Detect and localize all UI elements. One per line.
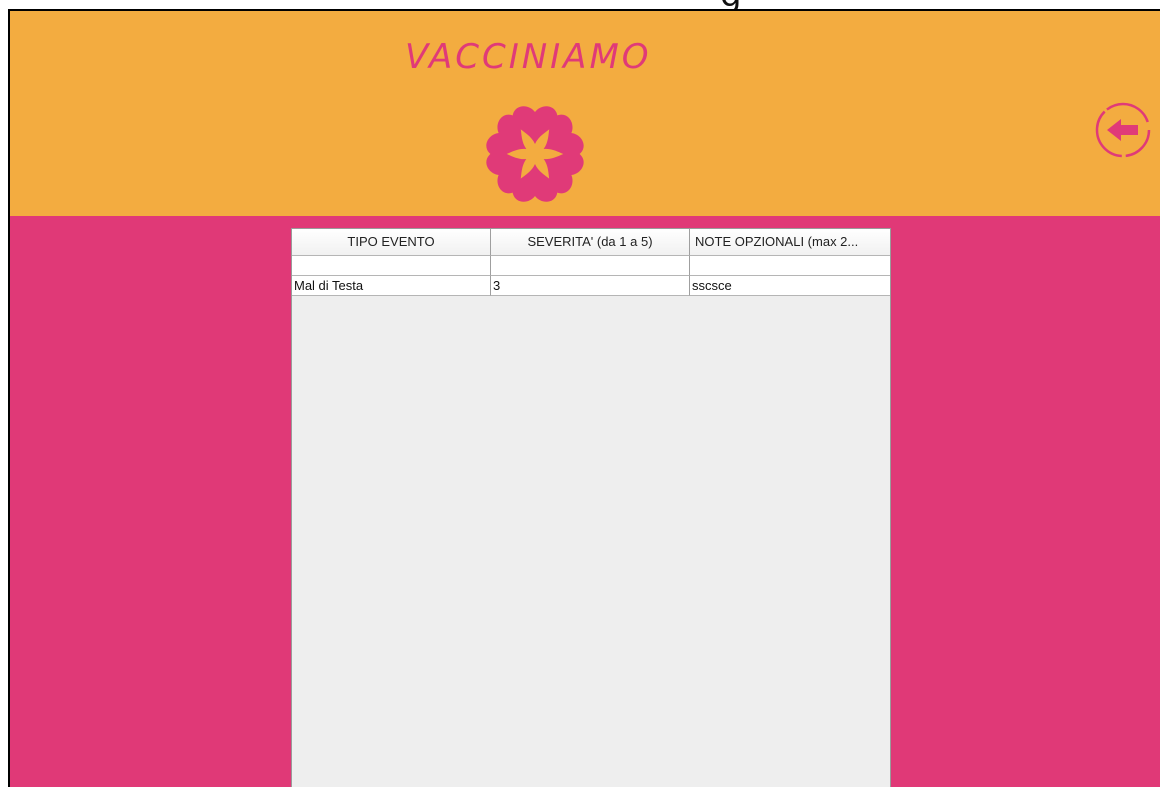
table-cell[interactable]	[690, 256, 890, 276]
flower-icon	[486, 106, 584, 202]
back-button[interactable]	[1094, 101, 1152, 159]
column-header-tipo-evento[interactable]: TIPO EVENTO	[292, 229, 491, 256]
table-row[interactable]: Mal di Testa 3 sscsce	[292, 276, 890, 296]
table-header: TIPO EVENTO SEVERITA' (da 1 a 5) NOTE OP…	[292, 229, 890, 256]
table-cell[interactable]: 3	[491, 276, 690, 296]
events-table: TIPO EVENTO SEVERITA' (da 1 a 5) NOTE OP…	[291, 228, 891, 787]
table-cell[interactable]	[292, 256, 491, 276]
content-area: TIPO EVENTO SEVERITA' (da 1 a 5) NOTE OP…	[10, 216, 1160, 787]
column-header-note[interactable]: NOTE OPZIONALI (max 2...	[690, 229, 890, 256]
table-cell[interactable]: Mal di Testa	[292, 276, 491, 296]
app-title: VACCINIAMO	[405, 37, 652, 77]
header-bar: VACCINIAMO	[10, 11, 1160, 216]
main-frame: VACCINIAMO TIPO EVENTO SEVERITA' (da 1 a…	[8, 9, 1160, 787]
table-cell[interactable]: sscsce	[690, 276, 890, 296]
table-row[interactable]	[292, 256, 890, 276]
app-window: g VACCINIAMO	[0, 0, 1160, 787]
column-header-severita[interactable]: SEVERITA' (da 1 a 5)	[491, 229, 690, 256]
table-cell[interactable]	[491, 256, 690, 276]
